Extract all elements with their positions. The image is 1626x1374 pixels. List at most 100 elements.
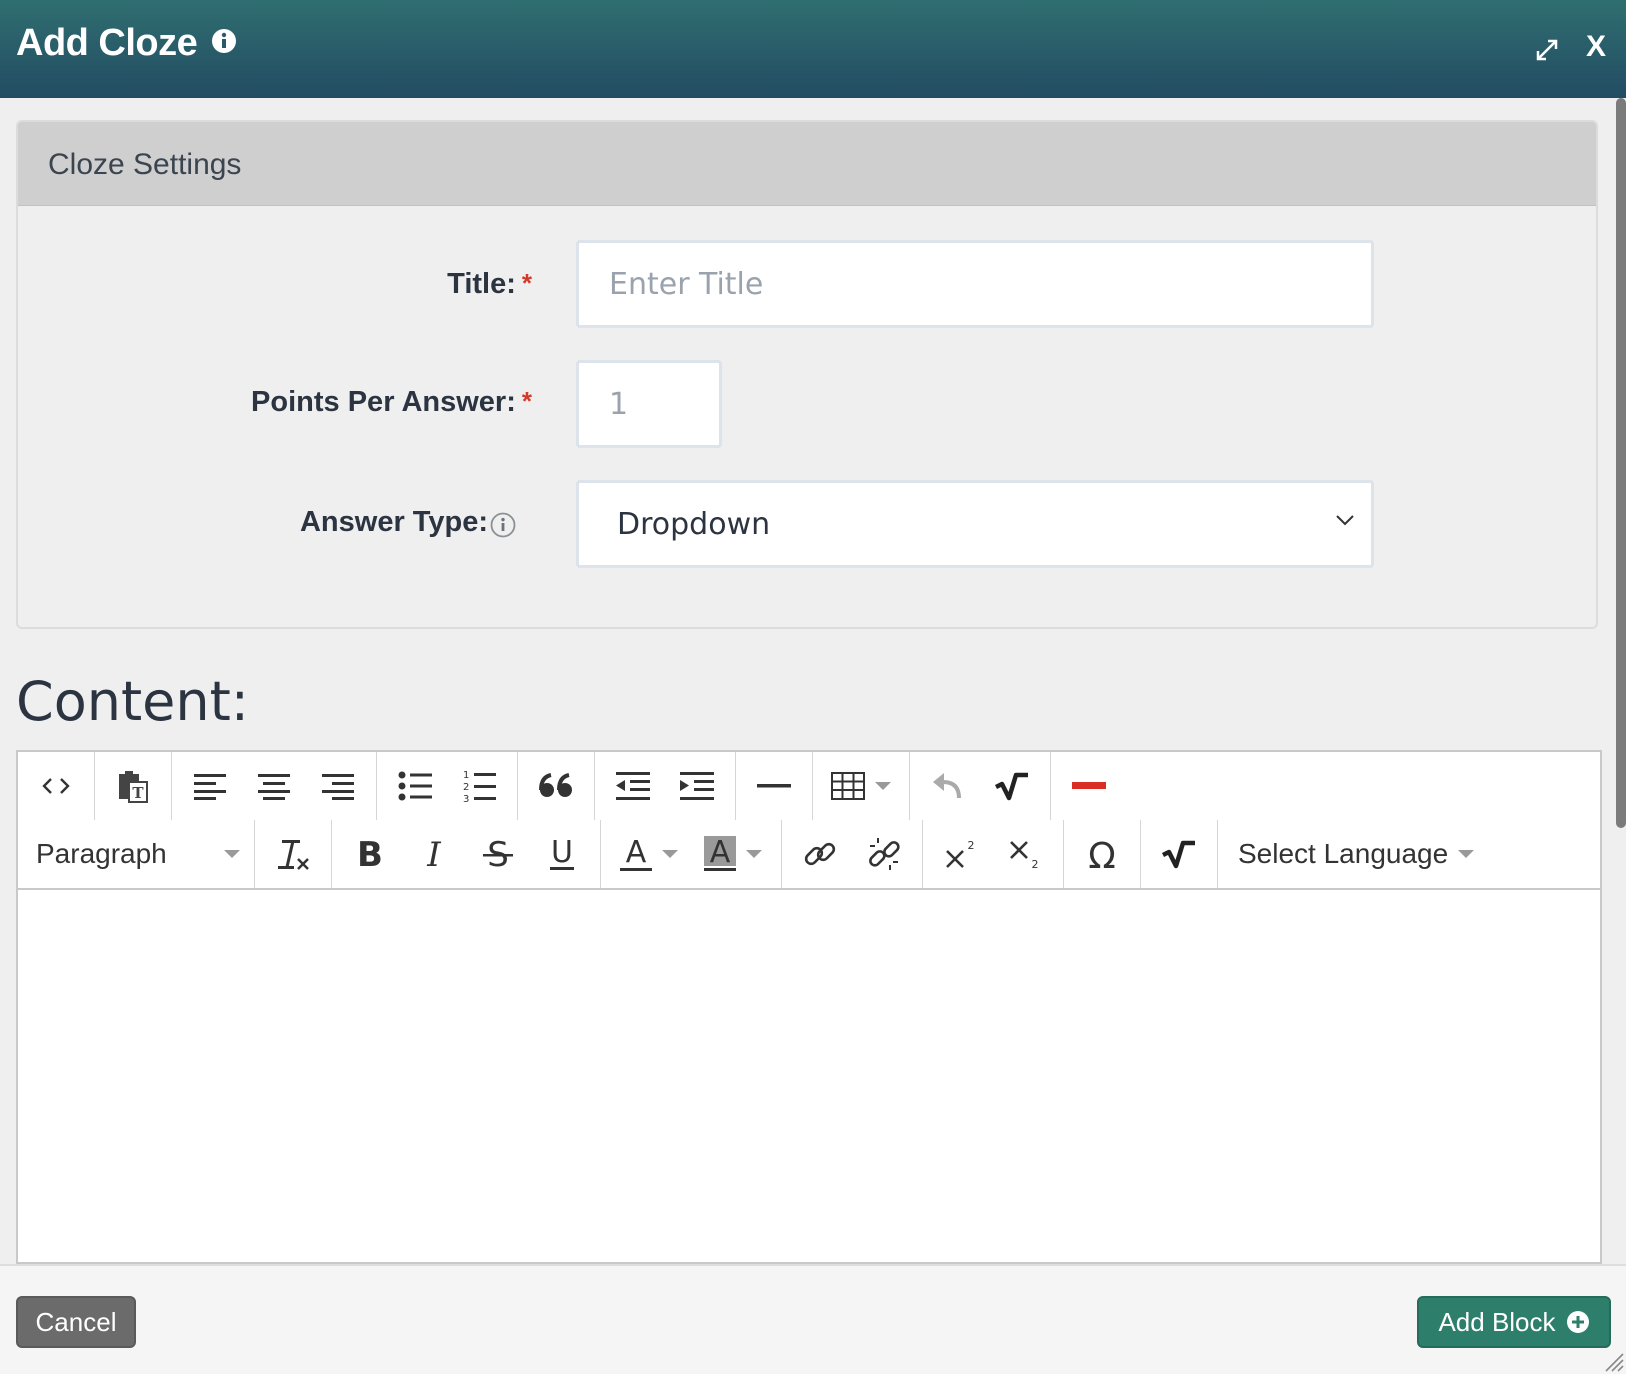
quote-icon [539, 773, 572, 797]
outdent-button[interactable] [601, 756, 665, 816]
background-color-button[interactable]: A [691, 824, 775, 884]
italic-button[interactable]: I [402, 824, 466, 884]
toolbar-group: Select Language [1218, 820, 1488, 888]
points-placeholder: 1 [609, 386, 629, 422]
cancel-button[interactable]: Cancel [16, 1296, 136, 1348]
horizontal-rule-icon [757, 784, 791, 788]
remove-blank-button[interactable] [1057, 756, 1121, 816]
math-equation-button[interactable] [980, 756, 1044, 816]
special-character-button[interactable]: Ω [1070, 824, 1134, 884]
toolbar-group [736, 752, 813, 820]
bullet-list-icon [398, 771, 432, 801]
required-mark: * [521, 386, 532, 416]
text-color-icon: A [620, 836, 652, 871]
remove-link-button[interactable] [852, 824, 916, 884]
title-label-text: Title: [447, 268, 516, 300]
add-block-label: Add Block [1438, 1306, 1556, 1337]
toolbar-group [255, 820, 332, 888]
info-icon[interactable] [211, 28, 237, 54]
clear-formatting-button[interactable] [261, 824, 325, 884]
align-right-button[interactable] [306, 756, 370, 816]
source-code-button[interactable] [24, 756, 88, 816]
square-root-icon [1161, 840, 1195, 869]
language-select[interactable]: Select Language [1218, 838, 1488, 870]
toolbar-group [595, 752, 736, 820]
answer-type-value: Dropdown [617, 506, 771, 542]
align-center-button[interactable] [242, 756, 306, 816]
numbered-list-button[interactable]: 123 [447, 756, 511, 816]
toolbar-group [910, 752, 1051, 820]
table-button[interactable] [819, 756, 903, 816]
answer-type-select[interactable]: Dropdown [576, 480, 1374, 568]
toolbar-group: Ω [1064, 820, 1141, 888]
dialog-title: Add Cloze [16, 22, 198, 64]
info-circle-icon[interactable] [490, 512, 516, 538]
numbered-list-icon: 123 [463, 770, 496, 803]
caret-down-icon [662, 850, 678, 858]
svg-text:A: A [626, 836, 647, 870]
unlink-icon [869, 838, 900, 870]
minus-red-icon [1072, 782, 1106, 789]
strikethrough-icon: S [483, 838, 513, 870]
answer-type-label: Answer Type: [299, 506, 488, 538]
italic-icon: I [426, 838, 441, 870]
cloze-settings-panel: Cloze Settings Title: * Enter Title Point… [16, 120, 1598, 629]
svg-text:2: 2 [463, 782, 469, 793]
title-placeholder: Enter Title [609, 266, 764, 302]
caret-down-icon [875, 782, 891, 790]
math-formula-button[interactable] [1147, 824, 1211, 884]
code-icon [42, 778, 70, 794]
editor-body[interactable] [18, 892, 1600, 1262]
strikethrough-button[interactable]: S [466, 824, 530, 884]
content-heading: Content: [16, 670, 249, 733]
paragraph-format-value: Paragraph [36, 838, 167, 869]
align-left-icon [194, 774, 226, 800]
indent-button[interactable] [665, 756, 729, 816]
toolbar-group: B I S U [332, 820, 601, 888]
toolbar-group: 123 [377, 752, 518, 820]
toolbar-group [18, 752, 95, 820]
align-left-button[interactable] [178, 756, 242, 816]
superscript-button[interactable]: 2 [929, 824, 993, 884]
undo-button[interactable] [916, 756, 980, 816]
outdent-icon [616, 772, 650, 800]
points-input[interactable]: 1 [576, 360, 722, 448]
svg-text:2: 2 [1032, 858, 1039, 870]
subscript-button[interactable]: 2 [993, 824, 1057, 884]
settings-heading: Cloze Settings [18, 122, 1596, 206]
indent-icon [680, 772, 714, 800]
horizontal-rule-button[interactable] [742, 756, 806, 816]
bold-button[interactable]: B [338, 824, 402, 884]
toolbar-group: Paragraph [18, 820, 255, 888]
insert-link-button[interactable] [788, 824, 852, 884]
toolbar-group [518, 752, 595, 820]
undo-icon [933, 773, 961, 799]
close-button[interactable]: X [1586, 30, 1606, 64]
resize-grip-icon[interactable] [1602, 1350, 1624, 1372]
chevron-down-icon [1336, 515, 1354, 526]
svg-text:U: U [551, 837, 573, 870]
points-label-text: Points Per Answer: [251, 386, 516, 418]
underline-button[interactable]: U [530, 824, 594, 884]
bullet-list-button[interactable] [383, 756, 447, 816]
subscript-icon: 2 [1010, 841, 1039, 870]
add-block-button[interactable]: Add Block [1417, 1296, 1611, 1348]
expand-icon[interactable] [1533, 36, 1561, 64]
text-color-button[interactable]: A [607, 824, 691, 884]
toolbar-group: T [95, 752, 172, 820]
paste-text-button[interactable]: T [101, 756, 165, 816]
align-right-icon [322, 774, 354, 800]
svg-text:3: 3 [463, 794, 469, 803]
svg-text:T: T [132, 784, 144, 802]
paragraph-format-select[interactable]: Paragraph [18, 838, 254, 870]
caret-down-icon [746, 850, 762, 858]
title-input[interactable]: Enter Title [576, 240, 1374, 328]
align-center-icon [258, 774, 290, 800]
paste-text-icon: T [119, 771, 148, 803]
scrollbar[interactable] [1616, 98, 1626, 828]
svg-text:B: B [357, 838, 383, 870]
svg-text:A: A [710, 836, 731, 870]
toolbar-group [813, 752, 910, 820]
blockquote-button[interactable] [524, 756, 588, 816]
plus-circle-icon [1566, 1311, 1589, 1333]
